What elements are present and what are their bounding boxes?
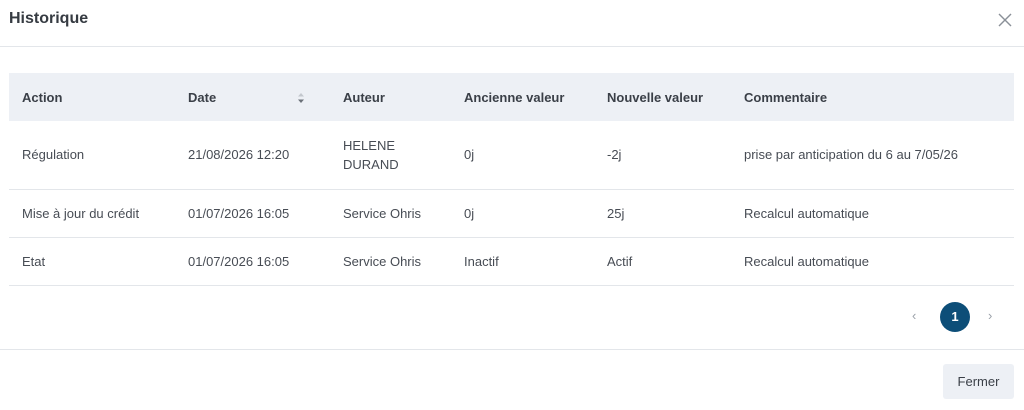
dialog-footer: Fermer xyxy=(0,349,1024,410)
cell-new-value: 25j xyxy=(594,189,731,238)
cell-old-value: 0j xyxy=(451,189,594,238)
table-row: Mise à jour du crédit 01/07/2026 16:05 S… xyxy=(9,189,1014,238)
column-header-comment[interactable]: Commentaire xyxy=(731,73,1014,121)
cell-action: Etat xyxy=(9,237,175,286)
pagination: ‹ 1 › xyxy=(900,302,1010,332)
previous-page-button[interactable]: ‹ xyxy=(912,308,916,323)
column-header-new-value[interactable]: Nouvelle valeur xyxy=(594,73,731,121)
cell-old-value: Inactif xyxy=(451,237,594,286)
page-1-button[interactable]: 1 xyxy=(940,302,970,332)
close-button[interactable]: Fermer xyxy=(943,364,1014,399)
dialog-title: Historique xyxy=(9,10,89,27)
sort-icon[interactable] xyxy=(297,92,305,104)
cell-date: 01/07/2026 16:05 xyxy=(175,189,330,238)
cell-comment: prise par anticipation du 6 au 7/05/26 xyxy=(731,121,1014,190)
close-icon[interactable] xyxy=(996,11,1014,29)
cell-author: Service Ohris xyxy=(330,189,451,238)
table-row: Régulation 21/08/2026 12:20 HELENE DURAN… xyxy=(9,121,1014,190)
table-row: Etat 01/07/2026 16:05 Service Ohris Inac… xyxy=(9,237,1014,286)
cell-comment: Recalcul automatique xyxy=(731,237,1014,286)
next-page-button[interactable]: › xyxy=(988,308,992,323)
cell-author: Service Ohris xyxy=(330,237,451,286)
table-header-row: Action Date Auteur Ancienne valeur Nouve… xyxy=(9,73,1014,121)
column-header-action[interactable]: Action xyxy=(9,73,175,121)
column-header-old-value[interactable]: Ancienne valeur xyxy=(451,73,594,121)
cell-new-value: Actif xyxy=(594,237,731,286)
cell-old-value: 0j xyxy=(451,121,594,190)
history-table: Action Date Auteur Ancienne valeur Nouve… xyxy=(9,73,1014,286)
cell-date: 21/08/2026 12:20 xyxy=(175,121,330,190)
cell-comment: Recalcul automatique xyxy=(731,189,1014,238)
dialog-header: Historique xyxy=(0,0,1024,47)
column-header-date[interactable]: Date xyxy=(175,73,330,121)
cell-action: Mise à jour du crédit xyxy=(9,189,175,238)
cell-date: 01/07/2026 16:05 xyxy=(175,237,330,286)
cell-author: HELENE DURAND xyxy=(330,121,451,190)
column-header-author[interactable]: Auteur xyxy=(330,73,451,121)
cell-new-value: -2j xyxy=(594,121,731,190)
column-header-date-label: Date xyxy=(188,89,217,105)
cell-action: Régulation xyxy=(9,121,175,190)
